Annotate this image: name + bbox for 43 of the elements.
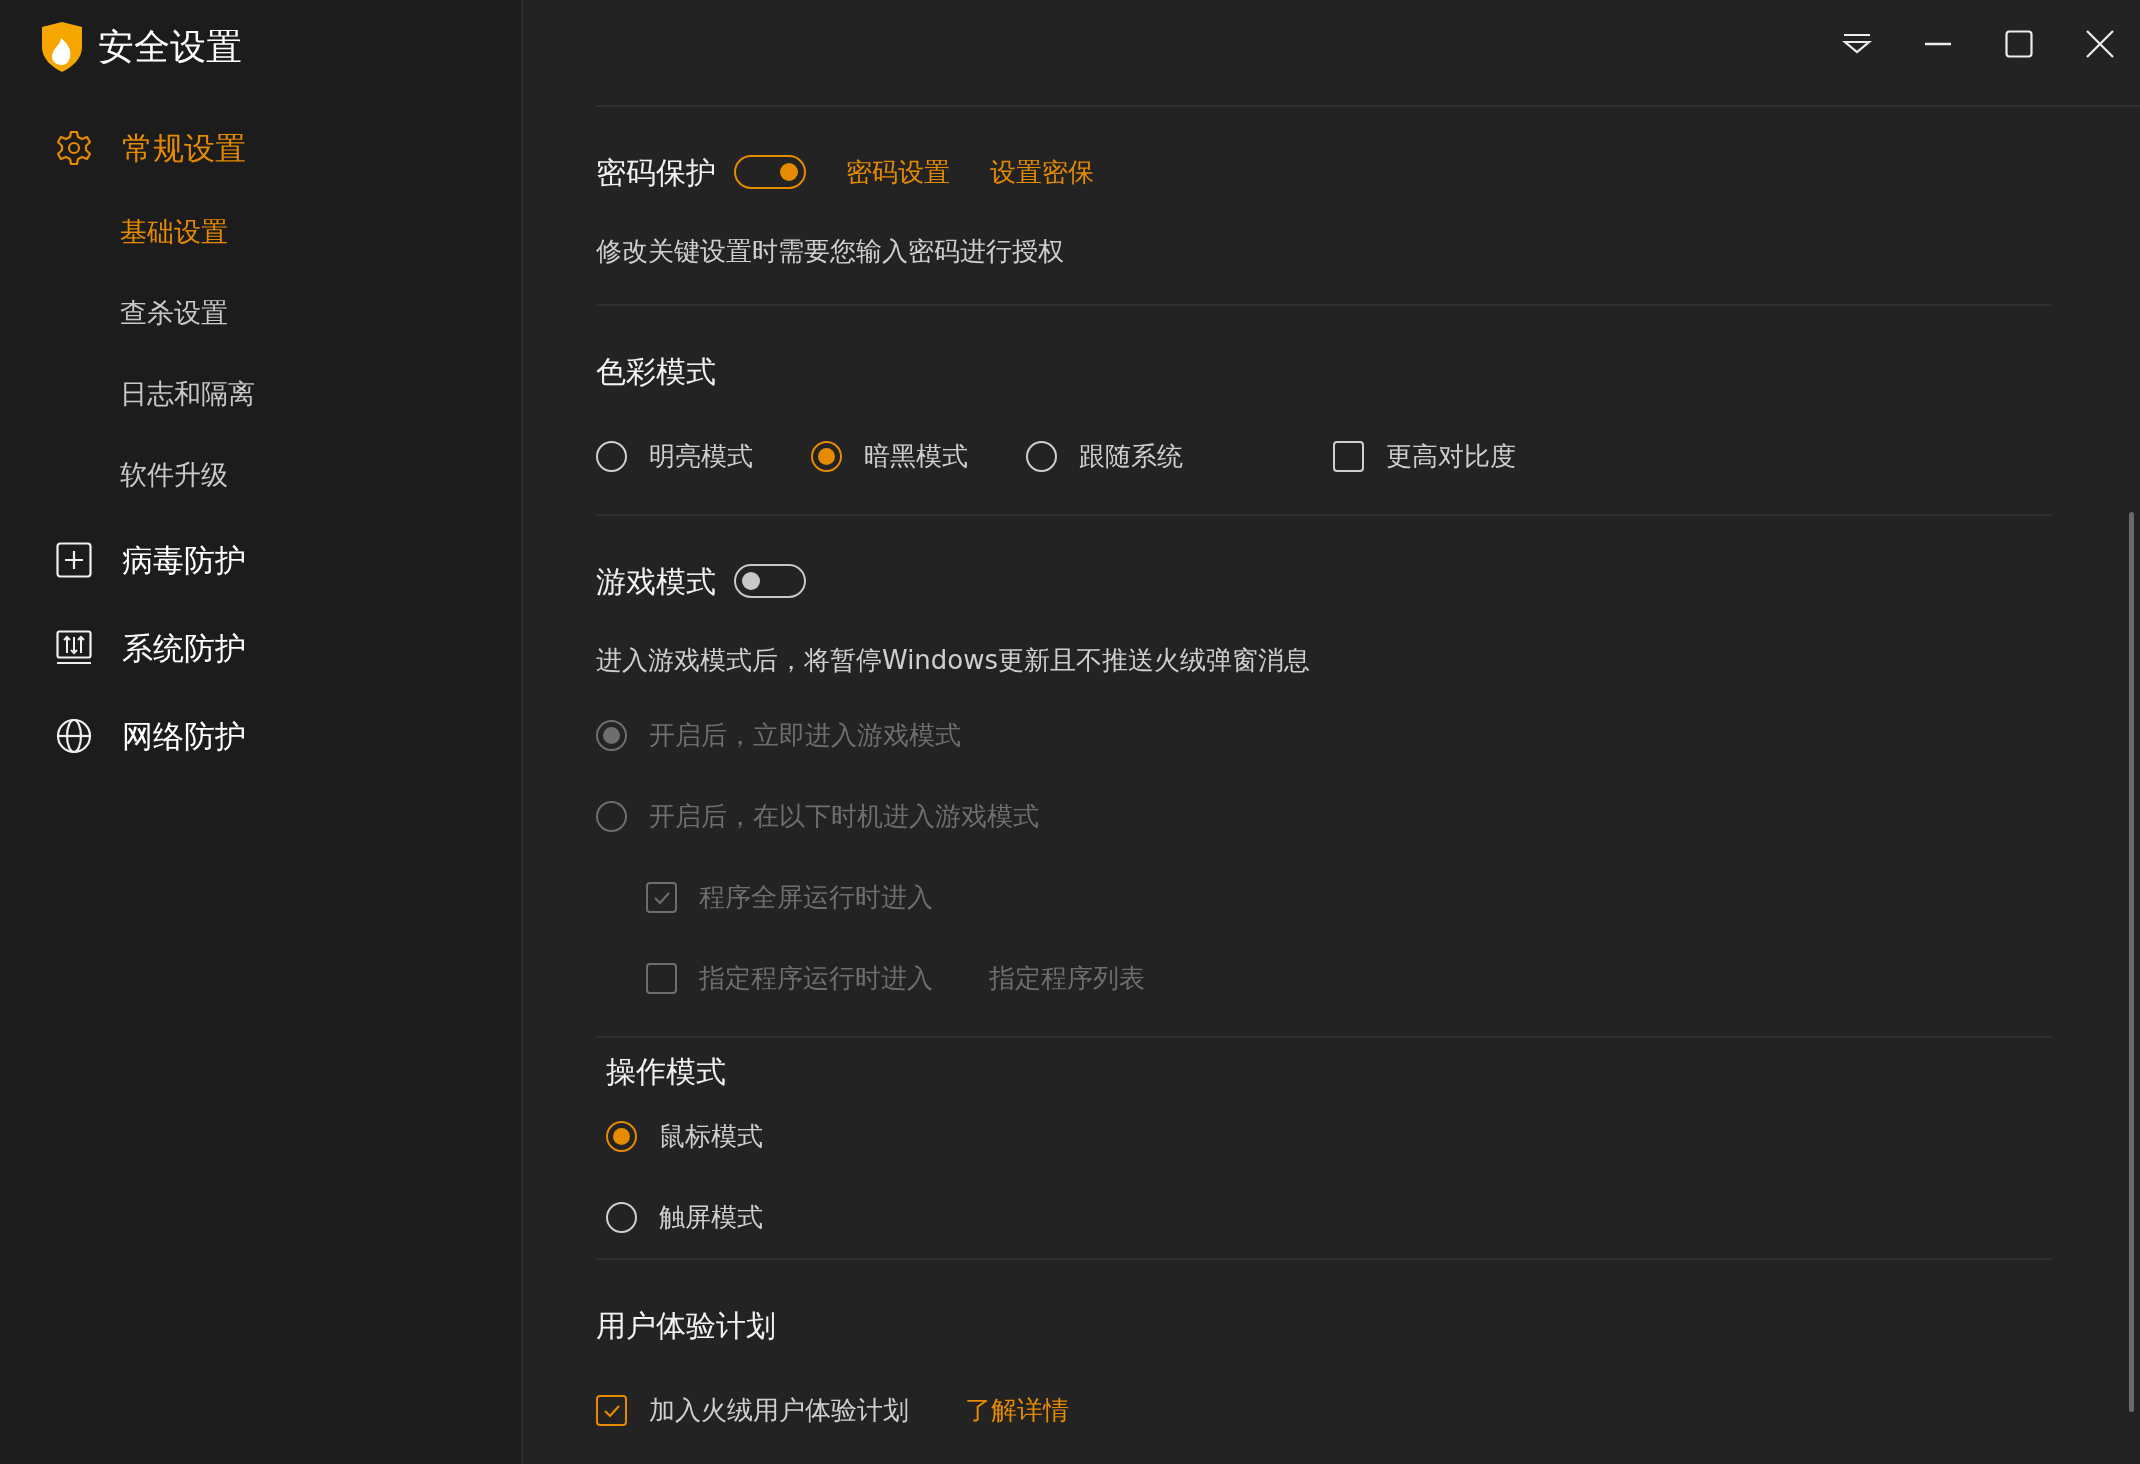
gear-icon: [56, 130, 92, 166]
scrollbar[interactable]: [2129, 512, 2134, 1412]
section-title: 游戏模式: [596, 562, 716, 601]
option-label: 指定程序运行时进入: [699, 962, 933, 995]
section-title: 色彩模式: [596, 352, 716, 391]
checkbox[interactable]: [596, 1395, 627, 1426]
sidebar-item[interactable]: 病毒防护: [40, 516, 521, 604]
description: 进入游戏模式后，将暂停Windows更新且不推送火绒弹窗消息: [596, 644, 1312, 677]
sidebar-subitem[interactable]: 基础设置: [120, 212, 228, 253]
radio-button[interactable]: [606, 1121, 637, 1152]
option-label: 程序全屏运行时进入: [699, 881, 933, 914]
globe-icon: [56, 718, 92, 754]
link[interactable]: 设置密保: [990, 152, 1094, 192]
check-icon: [602, 1403, 621, 1418]
sidebar-subitem[interactable]: 软件升级: [120, 455, 228, 496]
sidebar-item[interactable]: 常规设置: [40, 104, 521, 192]
radio-button[interactable]: [811, 441, 842, 472]
option-label: 暗黑模式: [864, 440, 968, 473]
toggle-switch[interactable]: [734, 564, 806, 598]
sidebar-subitem[interactable]: 查杀设置: [120, 293, 228, 334]
option-label: 跟随系统: [1079, 440, 1183, 473]
section-title: 密码保护: [596, 153, 716, 192]
sidebar-item[interactable]: 系统防护: [40, 604, 521, 692]
toggle-switch[interactable]: [734, 155, 806, 189]
app-title: 安全设置: [98, 25, 242, 69]
check-icon: [652, 890, 671, 905]
sidebar-item[interactable]: 网络防护: [40, 692, 521, 780]
option-label: 开启后，在以下时机进入游戏模式: [649, 800, 1039, 833]
option-label: 鼠标模式: [659, 1120, 763, 1153]
option-label: 更高对比度: [1386, 440, 1516, 473]
option-label: 加入火绒用户体验计划: [649, 1394, 909, 1427]
option-label: 明亮模式: [649, 440, 753, 473]
section-title: 用户体验计划: [596, 1306, 776, 1345]
option-label: 开启后，立即进入游戏模式: [649, 719, 961, 752]
shield-flame-logo: [40, 21, 84, 73]
description: 修改关键设置时需要您输入密码进行授权: [596, 235, 1065, 268]
link[interactable]: 密码设置: [846, 152, 950, 192]
sliders-monitor-icon: [56, 630, 92, 666]
section-title: 操作模式: [606, 1052, 726, 1091]
sidebar-subitem[interactable]: 日志和隔离: [120, 374, 255, 415]
link[interactable]: 了解详情: [965, 1391, 1069, 1430]
plus-square-icon: [56, 542, 92, 578]
option-label: 触屏模式: [659, 1201, 763, 1234]
